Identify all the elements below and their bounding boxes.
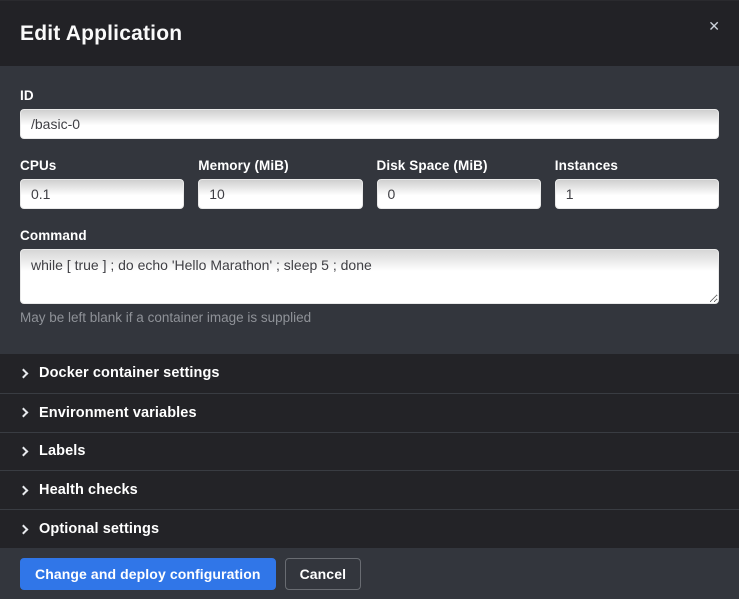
command-textarea[interactable]: while [ true ] ; do echo 'Hello Marathon… [20, 249, 719, 304]
id-input[interactable] [20, 109, 719, 139]
section-health-checks[interactable]: Health checks [0, 470, 739, 509]
command-help-text: May be left blank if a container image i… [20, 309, 719, 326]
resources-row: CPUs Memory (MiB) Disk Space (MiB) Insta… [20, 157, 719, 209]
application-form: ID CPUs Memory (MiB) Disk Space (MiB) In… [0, 66, 739, 354]
memory-label: Memory (MiB) [198, 157, 362, 174]
section-label: Docker container settings [39, 365, 220, 381]
section-label: Optional settings [39, 521, 159, 537]
section-docker-container-settings[interactable]: Docker container settings [0, 354, 739, 393]
id-label: ID [20, 87, 719, 104]
edit-application-modal: Edit Application ✕ ID CPUs Memory (MiB) … [0, 0, 739, 599]
chevron-right-icon [19, 368, 29, 378]
cancel-button[interactable]: Cancel [285, 558, 362, 590]
instances-input[interactable] [555, 179, 719, 209]
change-and-deploy-button[interactable]: Change and deploy configuration [20, 558, 276, 590]
section-optional-settings[interactable]: Optional settings [0, 509, 739, 548]
section-label: Labels [39, 443, 86, 459]
close-icon[interactable]: ✕ [704, 15, 724, 37]
instances-field-group: Instances [555, 157, 719, 209]
id-field-group: ID [20, 87, 719, 139]
cpus-label: CPUs [20, 157, 184, 174]
memory-input[interactable] [198, 179, 362, 209]
section-environment-variables[interactable]: Environment variables [0, 393, 739, 432]
chevron-right-icon [19, 447, 29, 457]
accordion-sections: Docker container settings Environment va… [0, 354, 739, 548]
command-field-group: Command while [ true ] ; do echo 'Hello … [20, 227, 719, 326]
modal-footer: Change and deploy configuration Cancel [0, 548, 739, 599]
command-label: Command [20, 227, 719, 244]
section-label: Health checks [39, 482, 138, 498]
cpus-field-group: CPUs [20, 157, 184, 209]
cpus-input[interactable] [20, 179, 184, 209]
memory-field-group: Memory (MiB) [198, 157, 362, 209]
modal-title: Edit Application [20, 22, 182, 46]
chevron-right-icon [19, 524, 29, 534]
section-labels[interactable]: Labels [0, 432, 739, 471]
section-label: Environment variables [39, 405, 197, 421]
disk-label: Disk Space (MiB) [377, 157, 541, 174]
disk-input[interactable] [377, 179, 541, 209]
modal-header: Edit Application ✕ [0, 1, 739, 66]
chevron-right-icon [19, 485, 29, 495]
instances-label: Instances [555, 157, 719, 174]
disk-field-group: Disk Space (MiB) [377, 157, 541, 209]
chevron-right-icon [19, 408, 29, 418]
